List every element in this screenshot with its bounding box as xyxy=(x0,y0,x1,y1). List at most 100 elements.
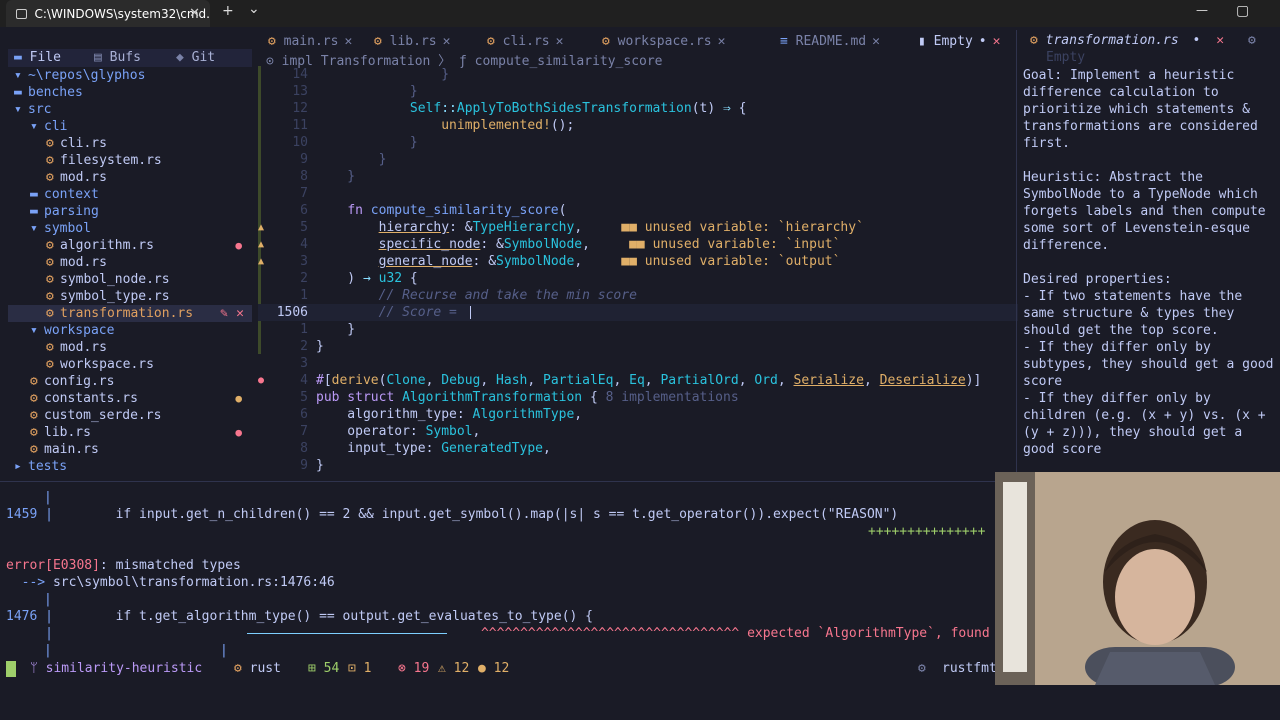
code-line-current: 1506 // Score = xyxy=(258,304,1018,321)
warning-icon: ▲ xyxy=(258,239,265,250)
gutter-bar: | xyxy=(220,643,228,658)
error-icon: ⊗ xyxy=(398,661,414,676)
error-x-icon: ✕ xyxy=(236,306,244,321)
warning-count[interactable]: ⚠ 12 xyxy=(438,660,469,678)
error-source-line: 1459 | if input.get_n_children() == 2 &&… xyxy=(6,507,899,522)
code-line: 5 ▲ hierarchy: &TypeHierarchy, ■■ unused … xyxy=(258,220,864,235)
git-branch[interactable]: ᛘ similarity-heuristic xyxy=(30,660,202,678)
tab-workspace-rs[interactable]: ⚙ workspace.rs ✕ xyxy=(602,34,725,49)
tab-main-rs[interactable]: ⚙ main.rs ✕ xyxy=(268,34,352,49)
rust-file-icon: ⚙ xyxy=(46,255,54,270)
warning-icon: ▲ xyxy=(258,222,265,233)
tree-item-lib-rs[interactable]: ⚙ lib.rs ● xyxy=(30,424,252,441)
tree-item-context[interactable]: ▬ context xyxy=(30,186,99,203)
rust-file-icon: ⚙ xyxy=(46,170,54,185)
right-panel-tab[interactable]: ⚙ transformation.rs • ✕ ⚙ xyxy=(1030,33,1280,51)
sidebar-tab-bufs[interactable]: ▤ Bufs xyxy=(94,50,141,65)
close-icon[interactable]: ✕ xyxy=(1216,33,1224,48)
tab-readme-md[interactable]: ≡ README.md ✕ xyxy=(780,34,880,49)
tree-item-benches[interactable]: ▬ benches xyxy=(14,84,83,101)
terminal-tab[interactable]: C:\WINDOWS\system32\cmd. ✕ xyxy=(6,0,210,27)
tree-item-cli[interactable]: ▾ cli xyxy=(30,118,67,135)
tree-item-tests[interactable]: ▸ tests xyxy=(14,458,67,475)
error-dot-icon: ● xyxy=(258,375,265,386)
chevron-down-icon: ▾ xyxy=(14,102,22,117)
tree-item-transformation-rs[interactable]: ⚙ transformation.rs ✎ ✕ xyxy=(8,305,252,322)
split-divider[interactable] xyxy=(1016,30,1017,480)
notes-panel[interactable]: Goal: Implement a heuristic difference c… xyxy=(1023,67,1275,458)
tree-item-mod-rs[interactable]: ⚙ mod.rs xyxy=(46,169,107,186)
rust-file-icon: ⚙ xyxy=(30,425,38,440)
tree-item-algorithm-rs[interactable]: ⚙ algorithm.rs ● xyxy=(46,237,252,254)
tab-dropdown-icon[interactable]: ⌄ xyxy=(248,1,260,17)
chevron-right-icon: ▸ xyxy=(14,459,22,474)
tab-lib-rs[interactable]: ⚙ lib.rs ✕ xyxy=(374,34,450,49)
tree-item-symbol[interactable]: ▾ symbol xyxy=(30,220,91,237)
folder-icon: ▬ xyxy=(14,85,22,100)
right-panel-subtitle: Empty xyxy=(1046,50,1086,65)
tree-item-filesystem-rs[interactable]: ⚙ filesystem.rs xyxy=(46,152,162,169)
hint-count[interactable]: ● 12 xyxy=(478,660,509,678)
tree-item-symbol-type-rs[interactable]: ⚙ symbol_type.rs xyxy=(46,288,170,305)
git-branch-icon: ᛘ xyxy=(30,661,46,676)
tree-item-workspace[interactable]: ▾ workspace xyxy=(30,322,114,339)
close-icon[interactable]: ✕ xyxy=(556,34,564,49)
new-tab-button[interactable]: + xyxy=(222,3,234,19)
code-line: 4 ● #[derive(Clone, Debug, Hash, PartialEq… xyxy=(258,373,982,388)
code-line: 6 fn compute_similarity_score( xyxy=(300,203,567,218)
folder-icon: ▬ xyxy=(30,204,38,219)
tab-cli-rs[interactable]: ⚙ cli.rs ✕ xyxy=(487,34,563,49)
tree-item-constants-rs[interactable]: ⚙ constants.rs ● xyxy=(30,390,252,407)
error-count[interactable]: ⊗ 19 xyxy=(398,660,429,678)
close-icon[interactable]: ✕ xyxy=(993,34,1001,49)
inlay-hint: unused variable: `input` xyxy=(652,237,841,252)
close-tab-icon[interactable]: ✕ xyxy=(189,6,200,21)
rust-icon: ⚙ xyxy=(234,661,250,676)
tree-root[interactable]: ▾ ~\repos\glyphos xyxy=(14,67,145,84)
suggestion-plus: +++++++++++++++ xyxy=(868,524,986,539)
notes-paragraph: Desired properties: - If two statements … xyxy=(1023,272,1274,457)
webcam-overlay xyxy=(995,472,1280,685)
language-indicator[interactable]: ⚙ rust xyxy=(234,660,281,678)
tree-item-src[interactable]: ▾ src xyxy=(14,101,51,118)
tree-item-custom-serde-rs[interactable]: ⚙ custom_serde.rs xyxy=(30,407,161,424)
minimize-button[interactable]: — xyxy=(1196,3,1208,17)
tree-item-mod-rs[interactable]: ⚙ mod.rs xyxy=(46,339,107,356)
code-line: 12 Self::ApplyToBothSidesTransformation(… xyxy=(292,101,747,116)
gutter-bar: | xyxy=(44,592,52,607)
maximize-button[interactable]: ▢ xyxy=(1236,3,1249,19)
tree-item-cli-rs[interactable]: ⚙ cli.rs xyxy=(46,135,107,152)
modified-dot: • xyxy=(1192,33,1201,48)
code-line: 3 xyxy=(300,356,308,371)
rust-file-icon: ⚙ xyxy=(602,34,618,49)
modified-dot: • xyxy=(978,34,987,49)
rust-file-icon: ⚙ xyxy=(374,34,390,49)
code-line: 14 } xyxy=(292,67,450,82)
rust-file-icon: ⚙ xyxy=(1030,33,1046,48)
error-dot-icon: ● xyxy=(235,239,242,252)
settings-icon[interactable]: ⚙ xyxy=(1248,33,1256,48)
code-line: 2 ) → u32 { xyxy=(300,271,418,286)
code-line: 9 } xyxy=(300,152,387,167)
tree-item-symbol-node-rs[interactable]: ⚙ symbol_node.rs xyxy=(46,271,170,288)
close-icon[interactable]: ✕ xyxy=(443,34,451,49)
status-line: ᛘ similarity-heuristic ⚙ rust ⊞ 54 ⊡ 1 ⊗… xyxy=(0,660,1000,678)
diff-icon: ⊡ xyxy=(348,661,364,676)
sidebar-tab-git[interactable]: ◆ Git xyxy=(176,50,215,65)
close-icon[interactable]: ✕ xyxy=(718,34,726,49)
rust-file-icon: ⚙ xyxy=(46,136,54,151)
tree-item-main-rs[interactable]: ⚙ main.rs xyxy=(30,441,99,458)
close-icon[interactable]: ✕ xyxy=(344,34,352,49)
sidebar-tab-file[interactable]: ▬ File xyxy=(14,50,61,65)
notes-paragraph: Heuristic: Abstract the SymbolNode to a … xyxy=(1023,170,1274,253)
formatter-indicator[interactable]: rustfmt xyxy=(942,660,997,678)
rust-file-icon: ⚙ xyxy=(487,34,503,49)
tree-item-config-rs[interactable]: ⚙ config.rs xyxy=(30,373,114,390)
tree-item-workspace-rs[interactable]: ⚙ workspace.rs xyxy=(46,356,154,373)
code-line: 13 } xyxy=(292,84,418,99)
close-icon[interactable]: ✕ xyxy=(872,34,880,49)
tree-item-parsing[interactable]: ▬ parsing xyxy=(30,203,99,220)
tree-item-mod-rs[interactable]: ⚙ mod.rs xyxy=(46,254,107,271)
tab-empty[interactable]: ▮ Empty • ✕ xyxy=(918,34,1000,49)
code-line: 4 ▲ specific_node: &SymbolNode, ■■ unused… xyxy=(258,237,841,252)
